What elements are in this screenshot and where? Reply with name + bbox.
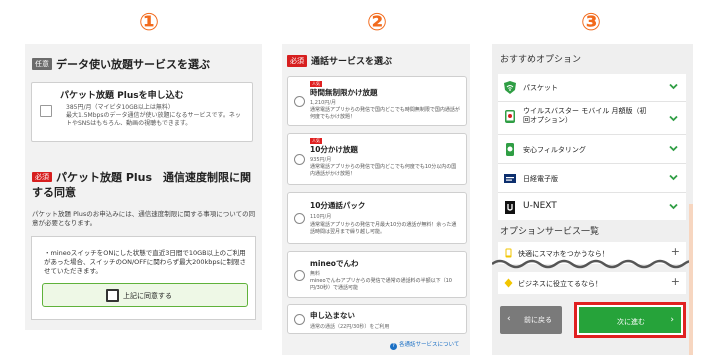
call-option-unlimited[interactable]: 人気 時間無制限かけ放題 1,210円/月 通常電話アプリからの発信で国内どこで…	[287, 76, 467, 126]
option-description: 最大1.5Mbpsのデータ通信が使い放題になるサービスです。ネットやSNSはもち…	[66, 112, 241, 127]
option-selection-screens: ① ② ③ 任意 データ使い放題サービスを選ぶ パケット放題 Plusを申し込む…	[0, 0, 710, 355]
recommended-item-virusbuster[interactable]: ウイルスバスター モバイル 月額版（初回オプション）	[498, 103, 686, 135]
call-option-name: 10分かけ放題	[310, 145, 358, 154]
call-option-10min-unlimited[interactable]: 人気 10分かけ放題 935円/月 通常電話アプリからの発信で国内どこでも何度で…	[287, 133, 467, 185]
call-option-none[interactable]: 申し込まない 通常の通話（22円/30秒）をご利用	[287, 304, 467, 334]
agreement-box: ・mineoスイッチをONにした状態で直近3日間で10GB以上のご利用があった場…	[31, 236, 256, 320]
recommended-label: 安心フィルタリング	[523, 146, 586, 154]
recommended-item-filtering[interactable]: 安心フィルタリング	[498, 136, 686, 164]
next-label: 次に進む	[617, 318, 645, 326]
radio-button[interactable]	[294, 96, 305, 107]
call-option-desc: 通常電話アプリからの発信で月最大10分の通話が無料！余った通話時間は翌月まで繰り…	[310, 222, 457, 235]
recommended-label: パスケット	[523, 84, 558, 92]
step-number-1: ①	[138, 8, 160, 36]
call-option-price: 通常の通話（22円/30秒）をご利用	[310, 324, 390, 330]
required-tag: 必須	[287, 54, 307, 67]
nikkei-icon	[504, 174, 516, 183]
radio-button[interactable]	[294, 270, 305, 281]
chevron-down-icon	[669, 174, 678, 181]
option-name: パケット放題 Plusを申し込む	[60, 91, 184, 101]
service-item-business[interactable]: ビジネスに役立てるなら！ +	[498, 272, 686, 294]
agreement-description: パケット放題 Plusのお申込みには、通信速度制限に関する事項についての同意が必…	[32, 210, 256, 227]
question-icon: ?	[390, 343, 397, 350]
back-label: 前に戻る	[524, 316, 552, 324]
agree-button[interactable]: 上記に同意する	[42, 283, 248, 307]
recommended-item-nikkei[interactable]: 日経電子版	[498, 165, 686, 193]
radio-button[interactable]	[294, 213, 305, 224]
call-option-price: 1,210円/月	[310, 100, 336, 106]
radio-button[interactable]	[294, 154, 305, 165]
options-panel: おすすめオプション パスケット ウイルスバスター モバイル 月額版（初回オプショ…	[492, 44, 693, 355]
call-option-name: 10分通話パック	[310, 201, 366, 210]
business-icon	[504, 278, 513, 288]
call-option-10min-pack[interactable]: 10分通話パック 110円/月 通常電話アプリからの発信で月最大10分の通話が無…	[287, 192, 467, 244]
unext-icon	[505, 201, 515, 214]
call-option-desc: 通常電話アプリからの発信で国内どこでも時間無制限で国内通話が何度でもかけ放題！	[310, 107, 460, 120]
expand-plus-icon[interactable]: +	[671, 275, 680, 288]
link-label: 各通話サービスについて	[399, 342, 460, 348]
call-option-name: mineoでんわ	[310, 259, 359, 268]
radio-button[interactable]	[294, 314, 305, 325]
virus-buster-icon	[505, 110, 515, 123]
step-number-3: ③	[580, 8, 602, 36]
required-tag: 必須	[32, 172, 52, 182]
call-option-price: 110円/月	[310, 214, 332, 220]
recommended-item-passcket[interactable]: パスケット	[498, 74, 686, 102]
data-plan-panel: 任意 データ使い放題サービスを選ぶ パケット放題 Plusを申し込む 385円/…	[25, 44, 262, 330]
data-plan-title: データ使い放題サービスを選ぶ	[56, 58, 210, 71]
call-option-desc: 通常電話アプリからの発信で国内どこでも何度でも10分以内の国内通話がかけ放題！	[310, 164, 457, 177]
recommended-list: パスケット ウイルスバスター モバイル 月額版（初回オプション） 安心フィルタリ…	[498, 74, 686, 220]
data-plan-header: 任意 データ使い放題サービスを選ぶ	[32, 56, 210, 72]
call-option-desc: mineoでんわアプリからの発信で通常の通話料の半額以下（10円/30秒）で通話…	[310, 278, 452, 291]
recommended-label: ウイルスバスター モバイル 月額版（初回オプション）	[523, 107, 647, 124]
wave-divider	[492, 259, 693, 269]
option-services-title: オプションサービス一覧	[500, 227, 600, 237]
optional-tag: 任意	[32, 58, 52, 70]
option-price: 385円/月（マイピタ10GB以上は無料）	[66, 104, 174, 111]
recommended-label: U-NEXT	[523, 201, 557, 211]
call-option-name: 申し込まない	[310, 311, 355, 320]
agreement-header: 必須 パケット放題 Plus 通信速度制限に関する同意	[32, 170, 257, 200]
back-button[interactable]: ‹ 前に戻る	[500, 306, 562, 334]
chevron-down-icon	[669, 203, 678, 210]
packet-houdai-option[interactable]: パケット放題 Plusを申し込む 385円/月（マイピタ10GB以上は無料） 最…	[31, 82, 253, 142]
recommended-label: 日経電子版	[523, 175, 558, 183]
chevron-down-icon	[669, 83, 678, 90]
call-service-header: 必須 通話サービスを選ぶ	[287, 54, 392, 67]
call-service-title: 通話サービスを選ぶ	[311, 57, 393, 67]
recommended-item-unext[interactable]: U-NEXT	[498, 194, 686, 222]
call-option-price: 935円/月	[310, 157, 332, 163]
next-button[interactable]: 次に進む ›	[574, 302, 686, 338]
step-number-2: ②	[366, 8, 388, 36]
next-button-body[interactable]: 次に進む ›	[579, 307, 681, 333]
chevron-down-icon	[669, 115, 678, 122]
shield-wifi-icon	[504, 81, 516, 94]
service-label: ビジネスに役立てるなら！	[518, 280, 602, 288]
chevron-right-icon: ›	[670, 315, 674, 325]
chevron-down-icon	[669, 145, 678, 152]
recommended-title: おすすめオプション	[500, 55, 582, 65]
call-option-price: 無料	[310, 271, 321, 277]
packet-houdai-checkbox[interactable]	[40, 105, 52, 117]
side-accent	[689, 204, 693, 355]
agreement-terms: ・mineoスイッチをONにした状態で直近3日間で10GB以上のご利用があった場…	[44, 249, 246, 275]
agree-checkbox[interactable]	[106, 289, 119, 302]
filtering-icon	[506, 143, 514, 156]
call-service-info-link[interactable]: ? 各通話サービスについて	[390, 340, 459, 350]
call-option-name: 時間無制限かけ放題	[310, 88, 378, 97]
call-option-mineo-denwa[interactable]: mineoでんわ 無料 mineoでんわアプリからの発信で通常の通話料の半額以下…	[287, 251, 467, 298]
chevron-left-icon: ‹	[507, 314, 511, 324]
agree-label: 上記に同意する	[123, 292, 172, 300]
call-service-panel: 必須 通話サービスを選ぶ 人気 時間無制限かけ放題 1,210円/月 通常電話ア…	[282, 44, 470, 355]
agreement-title: パケット放題 Plus 通信速度制限に関する同意	[32, 171, 252, 199]
